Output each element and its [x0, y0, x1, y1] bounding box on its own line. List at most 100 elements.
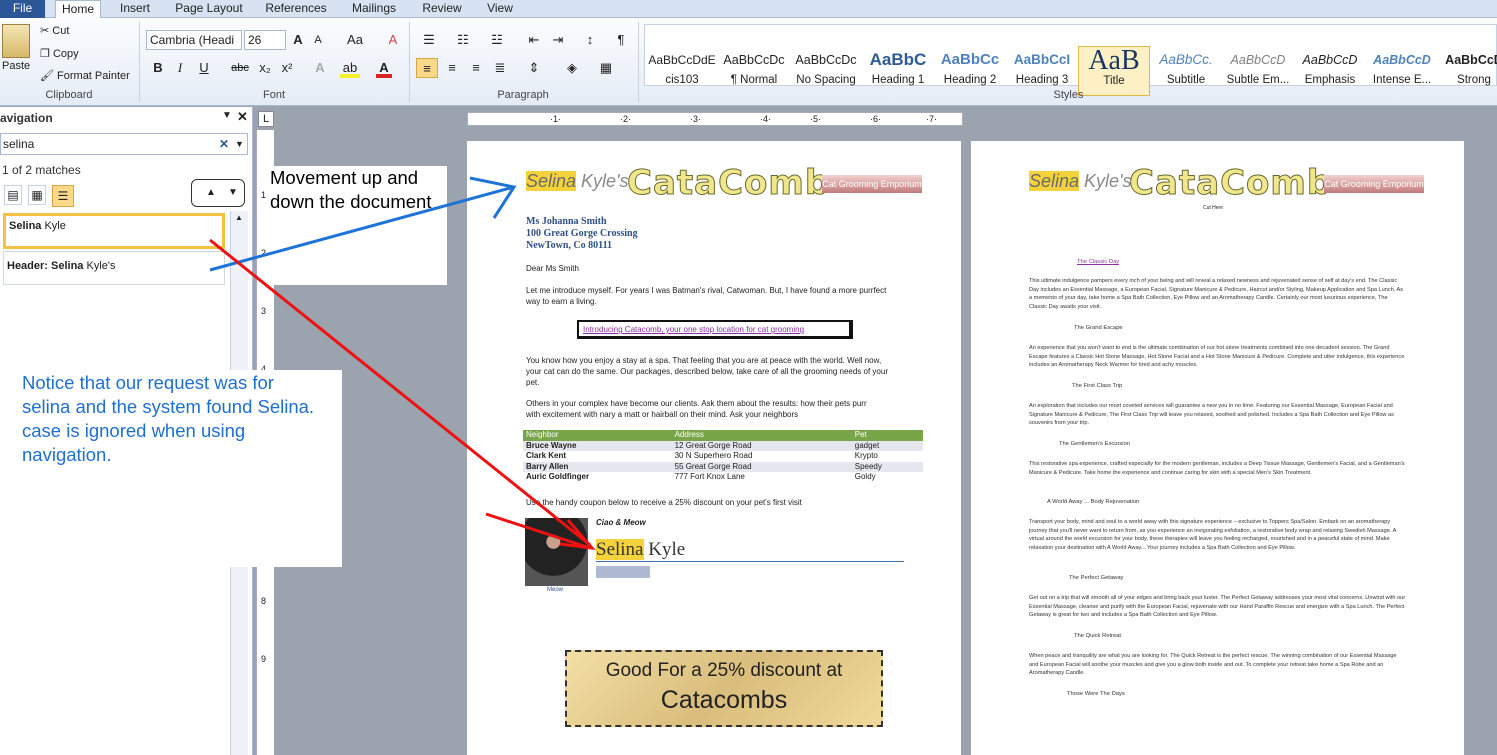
signature-rest: Kyle	[643, 539, 686, 560]
strikethrough-button[interactable]: abc	[228, 58, 252, 78]
tab-references[interactable]: References	[260, 0, 332, 18]
next-result-icon[interactable]: ▼	[228, 187, 238, 198]
salutation: Dear Ms Smith	[526, 264, 579, 273]
ribbon: Paste ✂ Cut ❐ Copy 🖌 Format Painter Clip…	[0, 18, 1497, 106]
annotation-movement: Movement up and down the document	[268, 166, 447, 285]
change-case-button[interactable]: Aa	[342, 30, 368, 50]
section-title: The Grand Escape	[1074, 325, 1123, 331]
highlight-color-icon[interactable]: ab	[340, 58, 360, 78]
style-preview: AaBbCcI	[1013, 52, 1071, 67]
font-family-select[interactable]: Cambria (Headi	[146, 30, 242, 50]
shading-icon[interactable]: ◈	[560, 58, 584, 78]
bold-button[interactable]: B	[150, 58, 166, 78]
copy-button[interactable]: ❐ Copy	[40, 47, 79, 60]
subscript-button[interactable]: x₂	[256, 58, 274, 78]
superscript-button[interactable]: x²	[278, 58, 296, 78]
cut-button[interactable]: ✂ Cut	[40, 24, 69, 37]
tab-page-layout[interactable]: Page Layout	[170, 0, 248, 18]
bullets-icon[interactable]: ☰	[418, 30, 440, 50]
shrink-font-button[interactable]: A	[310, 30, 326, 50]
cut-label: Cut	[52, 25, 70, 37]
borders-icon[interactable]: ▦	[594, 58, 618, 78]
table-cell: 30 N Superhero Road	[674, 451, 753, 460]
clear-formatting-button[interactable]: A	[384, 30, 402, 50]
section-body: This ultimate indulgence pampers every i…	[1029, 278, 1404, 310]
font-size-select[interactable]: 26	[244, 30, 286, 50]
italic-button[interactable]: I	[172, 58, 188, 78]
line-spacing-icon[interactable]: ⇕	[522, 58, 546, 78]
tab-review[interactable]: Review	[416, 0, 468, 18]
paste-icon[interactable]	[2, 24, 30, 58]
scroll-up-icon[interactable]: ▲	[235, 213, 243, 222]
style-name: cis103	[665, 74, 699, 86]
justify-icon[interactable]: ≣	[490, 58, 510, 78]
signature-highlight: Selina	[596, 539, 644, 560]
paste-button[interactable]: Paste	[2, 60, 30, 72]
style-preview: AaBbCcDc	[795, 53, 857, 67]
multilevel-list-icon[interactable]: ☳	[486, 30, 508, 50]
show-marks-button[interactable]: ¶	[612, 30, 630, 50]
format-painter-button[interactable]: 🖌 Format Painter	[40, 69, 130, 82]
document-page-2[interactable]: Selina Kyle's CataComb Cat Grooming Empo…	[971, 141, 1464, 755]
header-highlight: Selina	[526, 171, 577, 191]
previous-result-icon[interactable]: ▲	[206, 187, 216, 198]
browse-pages-icon[interactable]: ▦	[28, 185, 46, 205]
style-name: Heading 2	[943, 74, 997, 86]
signature: Selina Kyle	[596, 539, 904, 562]
ruler-number: 9	[261, 654, 267, 664]
horizontal-ruler[interactable]: ·1· ·2· ·3· ·4· ·5· ·6· ·7·	[467, 112, 963, 126]
scissors-icon: ✂	[40, 25, 50, 37]
underline-button[interactable]: U	[196, 58, 212, 78]
font-size-value: 26	[248, 33, 262, 47]
section-body: Transport your body, mind and soul to a …	[1029, 519, 1397, 551]
table-cell: gadget	[854, 440, 880, 450]
style-name: Intense E...	[1372, 74, 1432, 86]
style-preview: AaBbCcD	[1373, 53, 1431, 67]
decrease-indent-icon[interactable]: ⇤	[524, 30, 544, 50]
close-icon[interactable]: ✕	[237, 109, 248, 125]
section-body: When peace and tranquility are what you …	[1029, 653, 1397, 677]
grow-font-button[interactable]: A	[290, 30, 306, 50]
style-preview: AaBbCcD	[1445, 53, 1497, 67]
document-page-1[interactable]: Selina Kyle's CataComb Cat Grooming Empo…	[467, 141, 961, 755]
browse-results-icon[interactable]: ☰	[52, 185, 74, 207]
address-line: Ms Johanna Smith	[526, 216, 607, 227]
nav-result-item[interactable]: Selina Kyle	[3, 213, 225, 249]
style-name: Subtle Em...	[1226, 74, 1290, 86]
section-body: An exploration that includes our most co…	[1029, 403, 1394, 427]
section-title: Those Were The Days	[1067, 691, 1125, 697]
tab-selector-icon[interactable]: L	[258, 111, 274, 127]
numbering-icon[interactable]: ☷	[452, 30, 474, 50]
text-effects-icon[interactable]: A	[312, 58, 328, 78]
tab-home[interactable]: Home	[55, 0, 101, 19]
table-header: Address	[671, 430, 852, 441]
tab-mailings[interactable]: Mailings	[344, 0, 404, 18]
table-row: Clark Kent 30 N Superhero Road Krypto	[523, 451, 923, 462]
style-name: No Spacing	[796, 74, 856, 86]
copy-icon: ❐	[40, 48, 50, 60]
align-center-icon[interactable]: ≡	[442, 58, 462, 78]
tab-insert[interactable]: Insert	[112, 0, 158, 18]
nav-search-value: selina	[3, 137, 35, 151]
font-color-icon[interactable]: A	[376, 58, 392, 78]
style-preview: AaBbCc	[940, 51, 1000, 68]
clear-search-icon[interactable]: ✕	[219, 134, 229, 154]
neighbor-table: Neighbor Address Pet Bruce Wayne 12 Great…	[523, 430, 923, 483]
coupon-line-2: Catacombs	[660, 686, 788, 714]
section-title: The Gentlemen's Excursion	[1059, 441, 1131, 447]
align-right-icon[interactable]: ≡	[466, 58, 486, 78]
tab-view[interactable]: View	[480, 0, 520, 18]
tab-file[interactable]: File	[0, 0, 45, 18]
pane-options-icon[interactable]: ▼	[222, 110, 232, 121]
browse-headings-icon[interactable]: ▤	[4, 185, 22, 205]
align-left-icon[interactable]: ≡	[416, 58, 438, 78]
search-options-icon[interactable]: ▼	[235, 134, 244, 154]
copy-label: Copy	[52, 48, 79, 60]
increase-indent-icon[interactable]: ⇥	[548, 30, 568, 50]
sort-icon[interactable]: ↕	[580, 30, 600, 50]
style-name: Heading 1	[871, 74, 925, 86]
nav-search-input[interactable]: selina ✕ ▼	[0, 133, 248, 155]
style-preview: AaBbCc.	[1159, 52, 1213, 67]
table-cell: Bruce Wayne	[526, 440, 577, 450]
nav-result-item[interactable]: Header: Selina Kyle's	[3, 251, 225, 285]
